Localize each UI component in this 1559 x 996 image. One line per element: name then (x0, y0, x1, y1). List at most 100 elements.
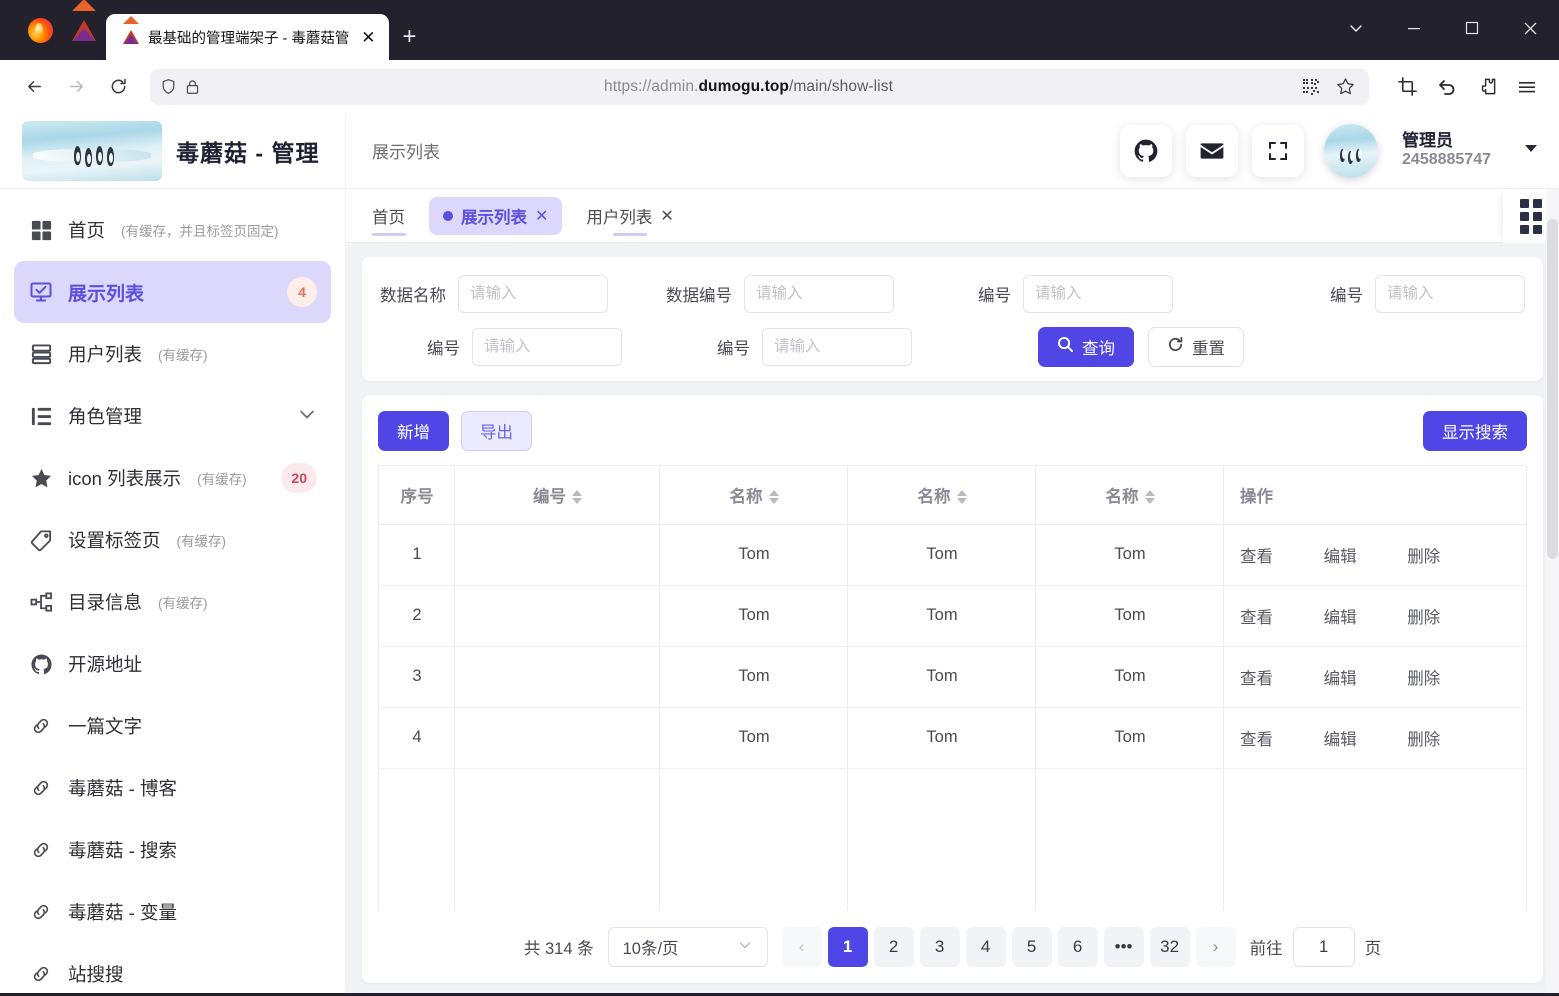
sidebar-item-zhansousou[interactable]: 站搜搜 (14, 943, 331, 993)
scrollbar-thumb[interactable] (1547, 219, 1558, 559)
view-link[interactable]: 查看 (1240, 548, 1273, 566)
view-link[interactable]: 查看 (1240, 609, 1273, 627)
search-input-code-4[interactable] (762, 328, 912, 366)
reset-button[interactable]: 重置 (1148, 327, 1244, 367)
page-scrollbar[interactable] (1546, 189, 1559, 993)
delete-link[interactable]: 删除 (1407, 670, 1440, 688)
sidebar-item-sublabel: (有缓存) (158, 596, 208, 611)
page-button-5[interactable]: 5 (1011, 927, 1052, 967)
qrcode-icon[interactable] (1297, 73, 1325, 101)
address-bar[interactable]: https://admin.dumogu.top/main/show-list (150, 68, 1369, 105)
next-page-button[interactable]: › (1195, 927, 1236, 967)
table-row[interactable]: 1 Tom Tom Tom 查看 编辑 删除 (379, 524, 1526, 586)
mail-icon[interactable] (1186, 124, 1239, 177)
reload-button-icon[interactable] (98, 69, 138, 105)
view-tab-show-list[interactable]: 展示列表 ✕ (429, 196, 563, 235)
back-button-icon[interactable] (14, 69, 54, 105)
sidebar-item-icon-list[interactable]: icon 列表展示 (有缓存) 20 (14, 447, 331, 509)
edit-link[interactable]: 编辑 (1324, 548, 1357, 566)
table-row[interactable]: 3 Tom Tom Tom 查看 编辑 删除 (379, 646, 1526, 708)
bookmark-star-icon[interactable] (1331, 73, 1359, 101)
extension-puzzle-icon[interactable] (1469, 69, 1505, 105)
sidebar-item-article[interactable]: 一篇文字 (14, 695, 331, 757)
delete-link[interactable]: 删除 (1407, 548, 1440, 566)
browser-tab[interactable]: 最基础的管理端架子 - 毒蘑菇管 ✕ (106, 14, 390, 60)
screenshot-crop-icon[interactable] (1389, 69, 1425, 105)
sidebar-item-role-management[interactable]: 角色管理 (14, 385, 331, 447)
goto-label: 前往 (1249, 940, 1283, 958)
sidebar-item-variables[interactable]: 毒蘑菇 - 变量 (14, 881, 331, 943)
query-button[interactable]: 查询 (1038, 327, 1134, 367)
avatar[interactable] (1324, 123, 1379, 178)
sort-icon[interactable] (956, 490, 967, 505)
total-count-label: 共 314 条 (523, 940, 594, 958)
app-brand[interactable]: 毒蘑菇 - 管理 (0, 113, 346, 189)
page-button-3[interactable]: 3 (919, 927, 960, 967)
app-shortcut-icon[interactable] (62, 0, 106, 52)
sort-icon[interactable] (1144, 490, 1155, 505)
sort-icon[interactable] (768, 490, 779, 505)
new-tab-button[interactable]: + (389, 14, 429, 60)
sidebar-item-home[interactable]: 首页 (有缓存，并且标签页固定) (14, 199, 331, 261)
sidebar-item-blog[interactable]: 毒蘑菇 - 博客 (14, 757, 331, 819)
sidebar-item-user-list[interactable]: 用户列表 (有缓存) (14, 323, 331, 385)
page-button-last[interactable]: 32 (1149, 927, 1190, 967)
forward-button-icon[interactable] (56, 69, 96, 105)
column-header-name-1[interactable]: 名称 (660, 466, 848, 525)
edit-link[interactable]: 编辑 (1324, 670, 1357, 688)
show-search-button[interactable]: 显示搜索 (1423, 411, 1527, 451)
page-size-select[interactable]: 10条/页 (607, 927, 768, 967)
user-menu-chevron-down-icon[interactable] (1521, 138, 1541, 163)
table-row[interactable]: 2 Tom Tom Tom 查看 编辑 删除 (379, 585, 1526, 647)
tab-list-chevron-icon[interactable] (1327, 0, 1385, 56)
tab-close-icon[interactable]: ✕ (357, 26, 379, 48)
edit-link[interactable]: 编辑 (1324, 609, 1357, 627)
sidebar-item-open-source[interactable]: 开源地址 (14, 633, 331, 695)
delete-link[interactable]: 删除 (1407, 731, 1440, 749)
edit-link[interactable]: 编辑 (1324, 731, 1357, 749)
column-header-name-3[interactable]: 名称 (1036, 466, 1224, 525)
undo-arrow-icon[interactable] (1429, 69, 1465, 105)
window-close-icon[interactable] (1501, 0, 1559, 56)
fullscreen-icon[interactable] (1252, 124, 1305, 177)
view-tab-user-list[interactable]: 用户列表 ✕ (572, 197, 687, 236)
padlock-icon[interactable] (185, 79, 200, 95)
page-button-1[interactable]: 1 (827, 927, 868, 967)
goto-page-input[interactable] (1292, 927, 1355, 967)
chevron-down-icon[interactable] (297, 404, 317, 429)
view-link[interactable]: 查看 (1240, 670, 1273, 688)
column-header-name-2[interactable]: 名称 (848, 466, 1036, 525)
window-minimize-icon[interactable] (1385, 0, 1443, 56)
tab-close-icon[interactable]: ✕ (660, 206, 673, 226)
delete-link[interactable]: 删除 (1407, 609, 1440, 627)
github-icon[interactable] (1120, 124, 1173, 177)
tracking-shield-icon[interactable] (160, 78, 177, 95)
page-ellipsis-button[interactable]: ••• (1103, 927, 1144, 967)
url-text[interactable]: https://admin.dumogu.top/main/show-list (208, 78, 1289, 96)
sidebar-item-show-list[interactable]: 展示列表 4 (14, 261, 331, 323)
search-input-code-2[interactable] (1375, 275, 1525, 313)
table-scroll-region: 序号 编号 名称 名称 名称 操作 1 Tom Tom Tom 查看 编辑 删除… (378, 465, 1527, 911)
search-input-code-3[interactable] (472, 328, 622, 366)
search-input-data-name[interactable] (458, 275, 608, 313)
hamburger-menu-icon[interactable] (1509, 69, 1545, 105)
table-row[interactable]: 4 Tom Tom Tom 查看 编辑 删除 (379, 707, 1526, 769)
sidebar-item-search[interactable]: 毒蘑菇 - 搜索 (14, 819, 331, 881)
add-button[interactable]: 新增 (378, 411, 449, 451)
tab-close-icon[interactable]: ✕ (535, 206, 548, 226)
export-button[interactable]: 导出 (461, 411, 532, 451)
window-maximize-icon[interactable] (1443, 0, 1501, 56)
search-input-data-code[interactable] (744, 275, 894, 313)
search-input-code-1[interactable] (1023, 275, 1173, 313)
page-button-4[interactable]: 4 (965, 927, 1006, 967)
page-button-6[interactable]: 6 (1057, 927, 1098, 967)
user-info[interactable]: 管理员 2458885747 (1402, 131, 1491, 171)
sidebar-item-tab-settings[interactable]: 设置标签页 (有缓存) (14, 509, 331, 571)
view-link[interactable]: 查看 (1240, 731, 1273, 749)
prev-page-button[interactable]: ‹ (781, 927, 822, 967)
sidebar-item-directory-info[interactable]: 目录信息 (有缓存) (14, 571, 331, 633)
sort-icon[interactable] (572, 490, 582, 505)
page-button-2[interactable]: 2 (873, 927, 914, 967)
column-header-code[interactable]: 编号 (455, 466, 660, 525)
view-tab-home[interactable]: 首页 (358, 197, 419, 236)
